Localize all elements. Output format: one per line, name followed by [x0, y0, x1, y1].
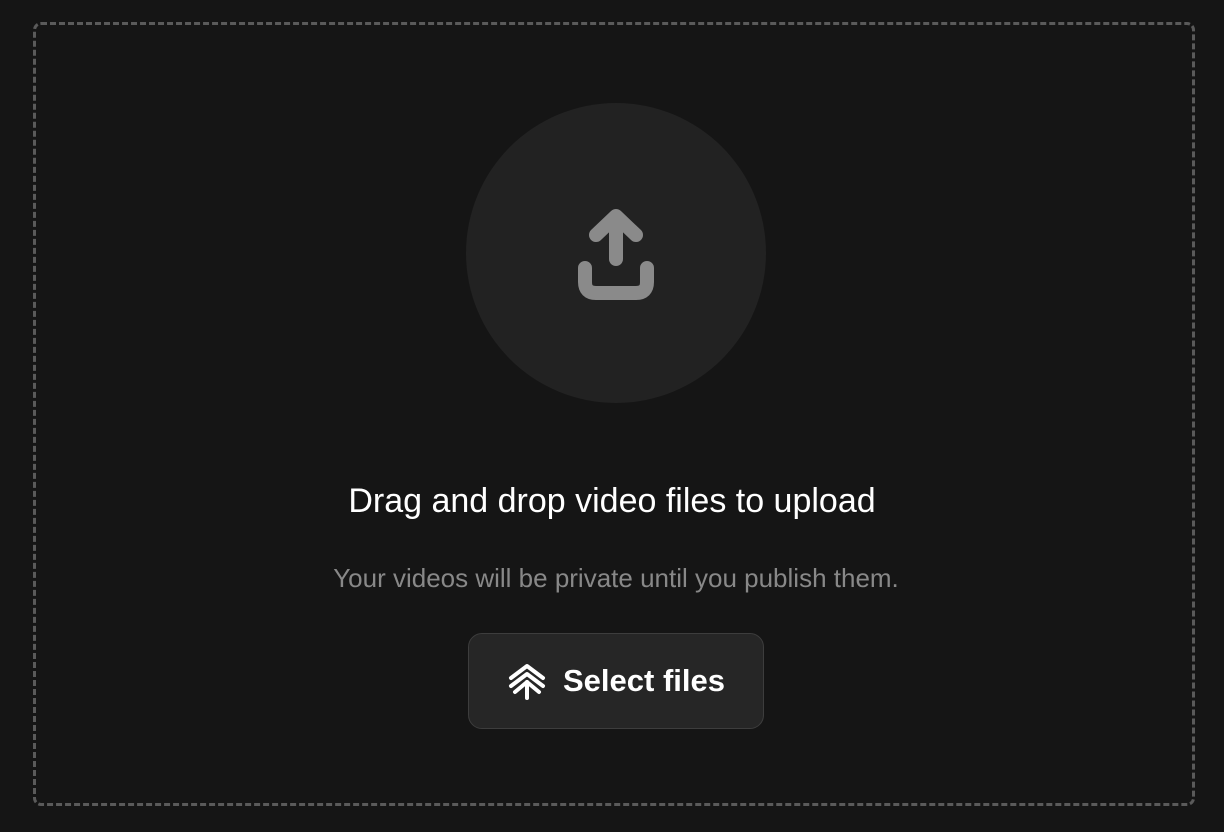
privacy-note: Your videos will be private until you pu… [333, 563, 899, 593]
select-files-label: Select files [563, 663, 725, 698]
chevrons-up-icon [509, 664, 545, 700]
upload-icon-circle [466, 103, 766, 403]
upload-icon [578, 209, 654, 300]
upload-heading: Drag and drop video files to upload [348, 482, 876, 520]
select-files-button[interactable]: Select files [468, 633, 764, 729]
